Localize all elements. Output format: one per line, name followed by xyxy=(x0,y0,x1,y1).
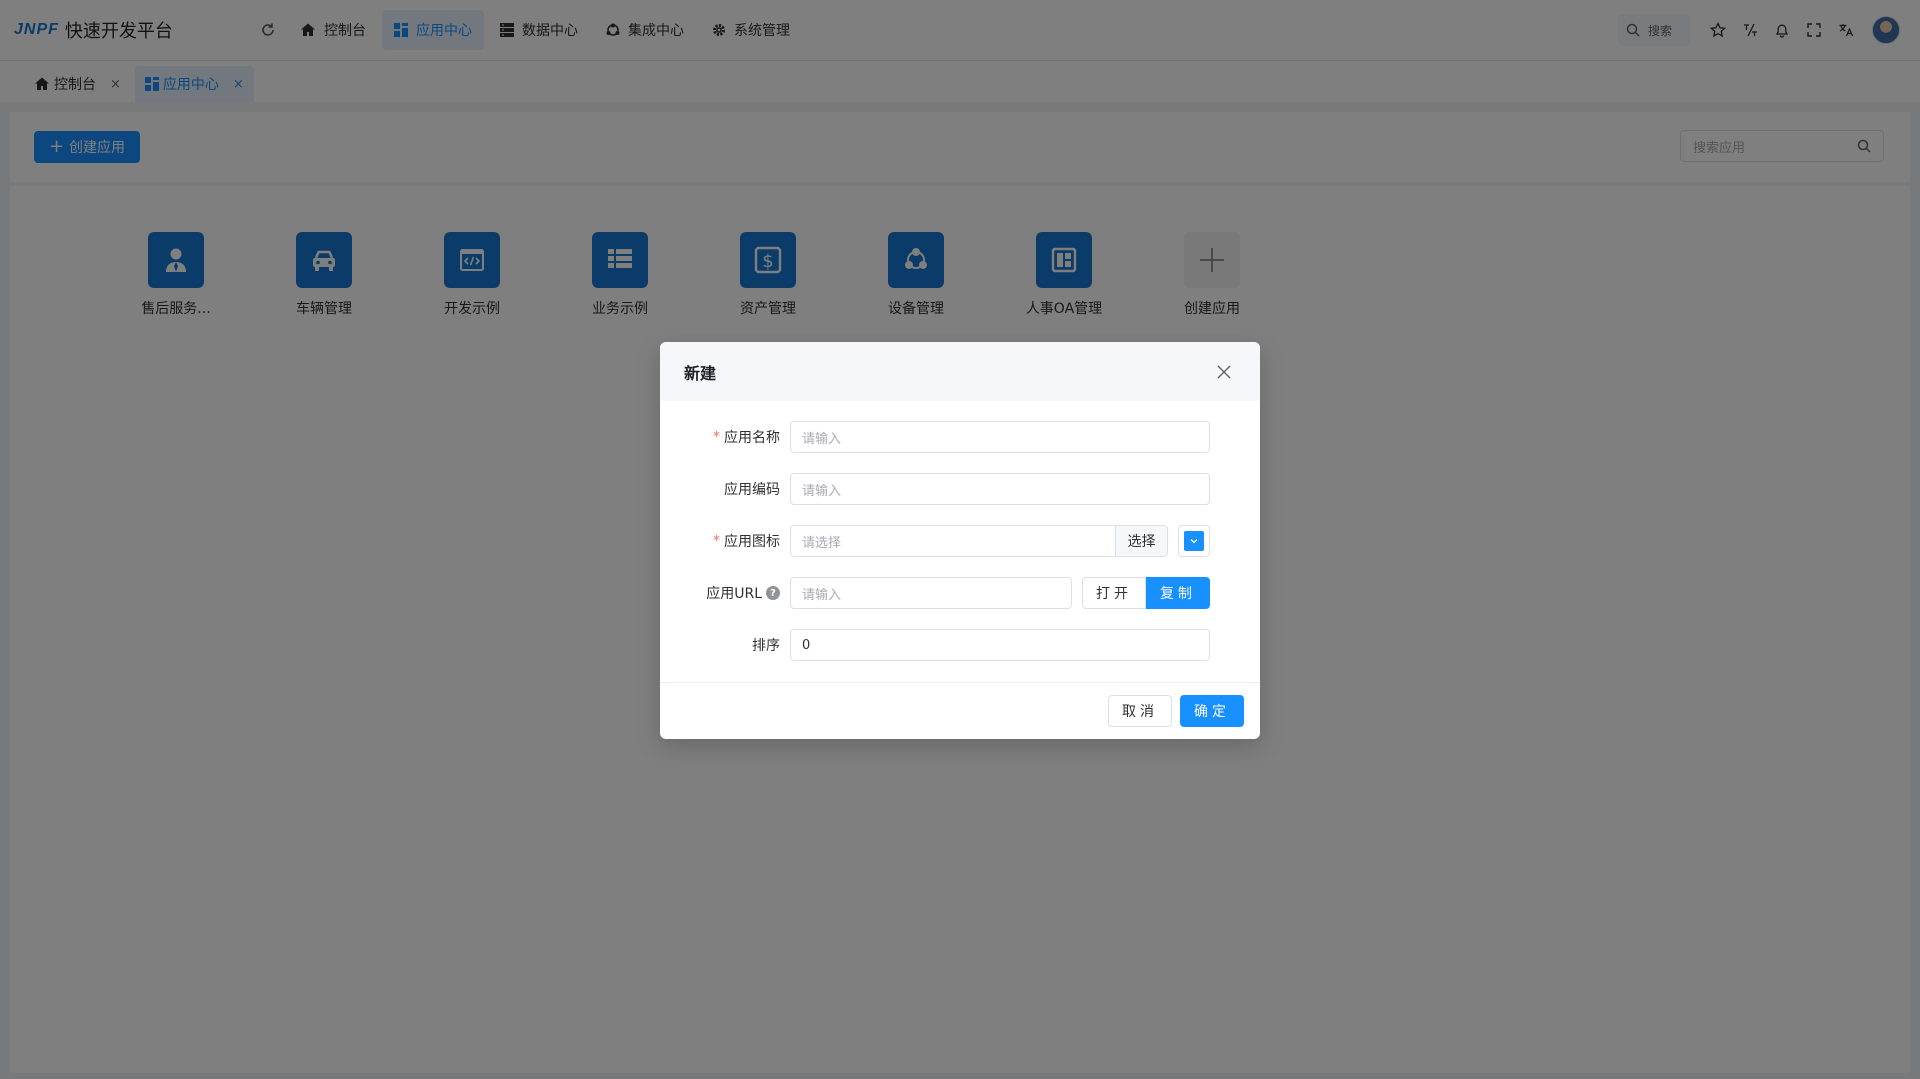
form-label: 排序 xyxy=(660,635,790,655)
dialog-form: * 应用名称 请输入 应用编码 请输入 * 应用图标 请选择 选择 应用URL … xyxy=(660,401,1260,661)
new-app-dialog: 新建 * 应用名称 请输入 应用编码 请输入 * 应用图标 请选择 选择 应用U… xyxy=(660,342,1260,739)
form-label-text: 应用名称 xyxy=(724,430,780,446)
input-placeholder: 请输入 xyxy=(802,483,842,499)
form-row-url: 应用URL ? 请输入 打开 复制 xyxy=(660,577,1210,609)
form-label-text: 排序 xyxy=(752,638,780,654)
form-row-name: * 应用名称 请输入 xyxy=(660,421,1210,453)
form-label-text: 应用编码 xyxy=(724,482,780,498)
required-mark: * xyxy=(713,533,720,549)
required-mark: * xyxy=(713,429,720,445)
open-url-button[interactable]: 打开 xyxy=(1082,577,1146,609)
confirm-button[interactable]: 确定 xyxy=(1180,695,1244,727)
form-label: * 应用图标 xyxy=(660,531,790,551)
help-icon[interactable]: ? xyxy=(766,586,780,600)
input-placeholder: 请输入 xyxy=(802,587,842,603)
form-label: * 应用名称 xyxy=(660,427,790,447)
dialog-title: 新建 xyxy=(684,363,717,383)
chevron-down-icon xyxy=(1190,539,1198,544)
form-row-sort: 排序 0 xyxy=(660,629,1210,661)
form-label-text: 应用图标 xyxy=(724,534,780,550)
cancel-button[interactable]: 取消 xyxy=(1108,695,1172,727)
color-swatch xyxy=(1184,531,1204,551)
input-value: 0 xyxy=(802,637,811,653)
app-code-input[interactable]: 请输入 xyxy=(790,473,1210,505)
color-picker[interactable] xyxy=(1178,525,1210,557)
sort-input[interactable]: 0 xyxy=(790,629,1210,661)
app-name-input[interactable]: 请输入 xyxy=(790,421,1210,453)
input-placeholder: 请选择 xyxy=(802,535,842,551)
app-icon-input[interactable]: 请选择 xyxy=(790,525,1116,557)
dialog-footer: 取消 确定 xyxy=(660,682,1260,739)
dialog-header: 新建 xyxy=(660,342,1260,401)
form-label: 应用编码 xyxy=(660,479,790,499)
app-url-input[interactable]: 请输入 xyxy=(790,577,1072,609)
form-label: 应用URL ? xyxy=(660,583,790,603)
input-placeholder: 请输入 xyxy=(802,431,842,447)
form-row-icon: * 应用图标 请选择 选择 xyxy=(660,525,1210,557)
copy-url-button[interactable]: 复制 xyxy=(1146,577,1210,609)
app-icon-field: 请选择 选择 xyxy=(790,525,1168,557)
form-row-code: 应用编码 请输入 xyxy=(660,473,1210,505)
form-label-text: 应用URL xyxy=(706,586,762,602)
close-icon[interactable] xyxy=(1212,360,1236,384)
select-icon-button[interactable]: 选择 xyxy=(1116,525,1168,557)
